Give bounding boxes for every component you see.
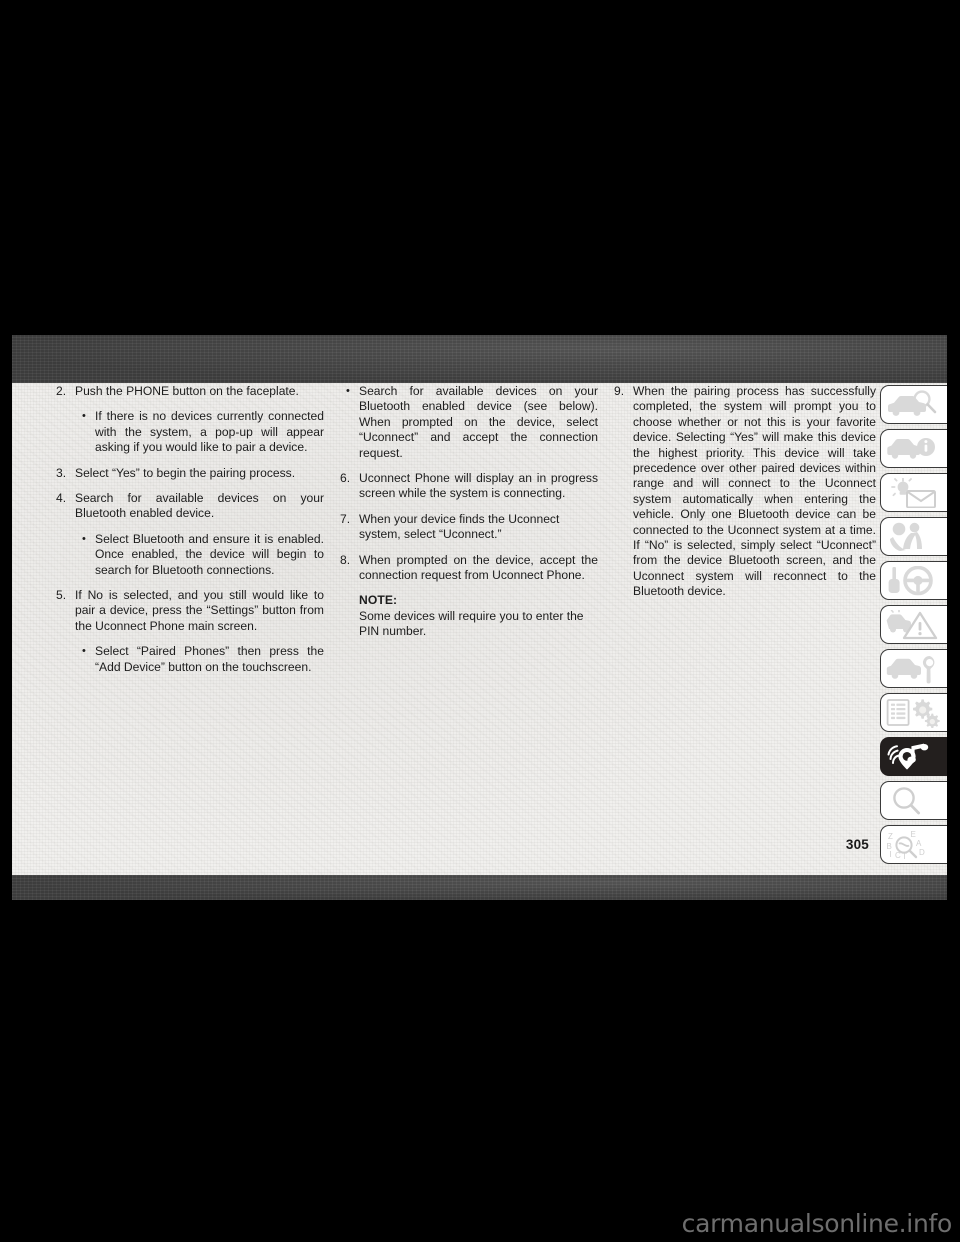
- page-number: 305: [845, 837, 869, 852]
- page-footer-band: [12, 875, 947, 900]
- list-marker: •: [346, 385, 350, 397]
- list-text: Search for available devices on your Blu…: [359, 384, 598, 460]
- svg-text:D: D: [919, 848, 925, 857]
- list-marker: 3.: [56, 465, 67, 480]
- manual-page: 2. Push the PHONE button on the faceplat…: [12, 335, 947, 900]
- list-text: Search for available devices on your Blu…: [75, 491, 324, 521]
- sidebar-item-search[interactable]: [880, 781, 947, 820]
- list-text: If No is selected, and you still would l…: [75, 588, 324, 633]
- index-letters-magnifier-icon: Z B I C T E A D: [886, 830, 940, 860]
- content-columns: 2. Push the PHONE button on the faceplat…: [56, 384, 884, 854]
- list-marker: •: [82, 532, 86, 545]
- sidebar-item-lights-messages[interactable]: [880, 473, 947, 512]
- list-text: When prompted on the device, accept the …: [359, 552, 598, 583]
- list-marker: 9.: [614, 384, 625, 398]
- list-item: • If there is no devices currently conne…: [82, 409, 324, 455]
- list-text: Select Bluetooth and ensure it is enable…: [95, 531, 324, 577]
- list-item: 6. Uconnect Phone will display an in pro…: [340, 471, 598, 502]
- key-steering-wheel-icon: [886, 565, 940, 596]
- list-item: 5. If No is selected, and you still woul…: [56, 588, 324, 634]
- chapter-tab-strip: Z B I C T E A D: [880, 385, 947, 869]
- seatbelt-airbag-icon: [886, 522, 940, 552]
- list-item: 3. Select “Yes” to begin the pairing pro…: [56, 466, 324, 481]
- column-2: • Search for available devices on your B…: [340, 384, 598, 854]
- watermark-text: carmanualsonline.info: [681, 1209, 953, 1238]
- list-marker: 8.: [340, 552, 351, 567]
- list-item: 8. When prompted on the device, accept t…: [340, 553, 598, 584]
- list-item: • Select “Paired Phones” then press the …: [82, 644, 324, 675]
- list-text: If there is no devices currently connect…: [95, 409, 324, 455]
- svg-text:I: I: [890, 850, 892, 859]
- list-marker: 5.: [56, 588, 67, 603]
- list-text: Select “Paired Phones” then press the “A…: [95, 644, 324, 674]
- note-label: NOTE:: [359, 593, 398, 608]
- list-text: Uconnect Phone will display an in progre…: [359, 471, 598, 501]
- svg-text:A: A: [916, 839, 922, 848]
- car-info-icon: [886, 434, 940, 464]
- sidebar-item-safety[interactable]: [880, 517, 947, 556]
- list-item: 9. When the pairing process has successf…: [614, 384, 876, 600]
- note-block: NOTE: Some devices will require you to e…: [359, 593, 598, 639]
- audio-multimedia-icon: [886, 742, 940, 772]
- list-item: 7. When your device finds the Uconnect s…: [340, 512, 598, 543]
- car-warning-triangle-icon: [886, 609, 940, 640]
- document-gears-icon: [886, 698, 940, 728]
- list-item: • Search for available devices on your B…: [346, 384, 598, 461]
- sidebar-item-vehicle-overview[interactable]: [880, 385, 947, 424]
- list-marker: 6.: [340, 471, 351, 486]
- sidebar-item-maintenance[interactable]: [880, 649, 947, 688]
- magnifier-icon: [886, 786, 940, 816]
- svg-text:E: E: [911, 830, 916, 839]
- list-marker: •: [82, 410, 86, 423]
- list-item: 4. Search for available devices on your …: [56, 491, 324, 522]
- sidebar-item-index[interactable]: Z B I C T E A D: [880, 825, 947, 864]
- list-item: • Select Bluetooth and ensure it is enab…: [82, 532, 324, 578]
- sidebar-item-emergency[interactable]: [880, 605, 947, 644]
- note-text: Some devices will require you to enter t…: [359, 608, 584, 639]
- page-header-band: [12, 335, 947, 383]
- car-wrench-icon: [886, 654, 940, 684]
- column-3: 9. When the pairing process has successf…: [614, 384, 876, 854]
- list-marker: 7.: [340, 511, 351, 526]
- list-text: When the pairing process has successfull…: [633, 384, 876, 599]
- list-marker: 4.: [56, 491, 67, 506]
- sidebar-item-starting-operating[interactable]: [880, 561, 947, 600]
- list-text: Select “Yes” to begin the pairing proces…: [75, 465, 296, 480]
- list-marker: •: [82, 645, 86, 658]
- car-magnifier-icon: [886, 389, 940, 420]
- list-text: When your device finds the Uconnect syst…: [359, 511, 560, 542]
- sidebar-item-multimedia[interactable]: [880, 737, 947, 776]
- sidebar-item-specifications[interactable]: [880, 693, 947, 732]
- column-1: 2. Push the PHONE button on the faceplat…: [56, 384, 324, 854]
- list-marker: 2.: [56, 384, 67, 398]
- list-item: 2. Push the PHONE button on the faceplat…: [56, 384, 324, 399]
- list-text: Push the PHONE button on the faceplate.: [75, 384, 299, 398]
- sidebar-item-vehicle-info[interactable]: [880, 429, 947, 468]
- light-envelope-icon: [886, 477, 940, 508]
- svg-text:Z: Z: [888, 832, 893, 841]
